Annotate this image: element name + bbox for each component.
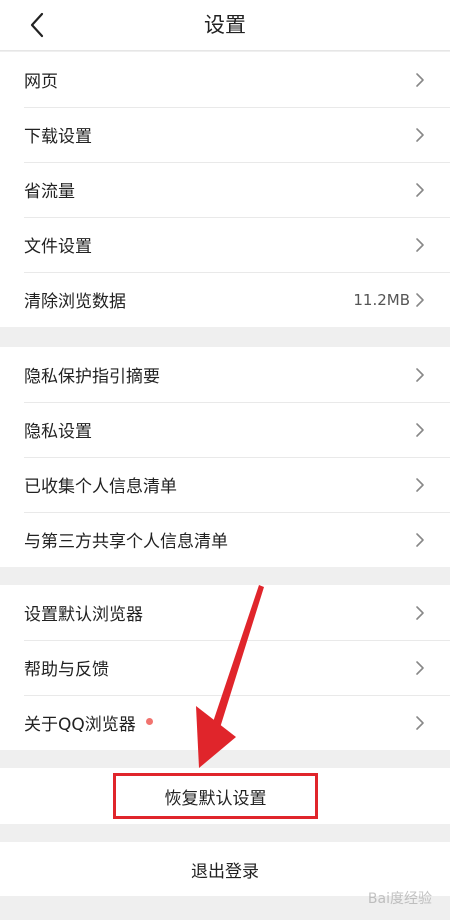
settings-item-label: 关于QQ浏览器 [24,715,136,735]
chevron-right-icon [416,127,424,142]
settings-item-label: 文件设置 [24,237,92,257]
settings-item-about[interactable]: 关于QQ浏览器 [0,695,450,750]
reset-section: 恢复默认设置 [0,768,450,824]
settings-group-about: 设置默认浏览器 帮助与反馈 关于QQ浏览器 [0,585,450,750]
settings-group-general: 网页 下载设置 省流量 文件设置 清除浏览数据 11.2MB [0,52,450,327]
chevron-right-icon [416,660,424,675]
settings-item-clear-data[interactable]: 清除浏览数据 11.2MB [0,272,450,327]
settings-item-privacy-settings[interactable]: 隐私设置 [0,402,450,457]
chevron-right-icon [416,367,424,382]
chevron-right-icon [416,715,424,730]
page-title: 设置 [204,13,246,37]
settings-group-privacy: 隐私保护指引摘要 隐私设置 已收集个人信息清单 与第三方共享个人信息清单 [0,347,450,567]
chevron-right-icon [416,237,424,252]
chevron-right-icon [416,477,424,492]
chevron-right-icon [416,605,424,620]
watermark: Bai度经验 [367,891,432,907]
settings-item-label: 省流量 [24,182,75,202]
settings-item-label: 清除浏览数据 [24,292,126,312]
settings-item-label: 网页 [24,72,58,92]
cache-size-value: 11.2MB [353,290,410,309]
settings-item-collected-info[interactable]: 已收集个人信息清单 [0,457,450,512]
settings-item-label: 下载设置 [24,127,92,147]
settings-item-privacy-summary[interactable]: 隐私保护指引摘要 [0,347,450,402]
new-badge-dot [145,718,153,725]
chevron-right-icon [416,182,424,197]
settings-item-label: 设置默认浏览器 [24,605,143,625]
settings-item-default-browser[interactable]: 设置默认浏览器 [0,585,450,640]
settings-item-label: 隐私设置 [24,422,92,442]
logout-label: 退出登录 [191,861,259,882]
chevron-right-icon [416,72,424,87]
chevron-right-icon [416,422,424,437]
top-bar: 设置 [0,0,450,51]
settings-item-label: 已收集个人信息清单 [24,477,177,497]
settings-item-label: 帮助与反馈 [24,660,109,680]
restore-defaults-label: 恢复默认设置 [164,788,267,809]
settings-item-data-saver[interactable]: 省流量 [0,162,450,217]
settings-item-label: 与第三方共享个人信息清单 [24,532,228,552]
settings-item-help-feedback[interactable]: 帮助与反馈 [0,640,450,695]
chevron-right-icon [416,532,424,547]
settings-item-files[interactable]: 文件设置 [0,217,450,272]
restore-defaults-button[interactable]: 恢复默认设置 [113,773,318,819]
settings-item-label: 隐私保护指引摘要 [24,367,160,387]
settings-item-third-party-sharing[interactable]: 与第三方共享个人信息清单 [0,512,450,567]
settings-item-webpage[interactable]: 网页 [0,52,450,107]
chevron-right-icon [416,292,424,307]
settings-item-download[interactable]: 下载设置 [0,107,450,162]
settings-page: 设置 网页 下载设置 省流量 文件设置 清除浏览数据 11.2MB 隐私保护指引… [0,0,450,920]
